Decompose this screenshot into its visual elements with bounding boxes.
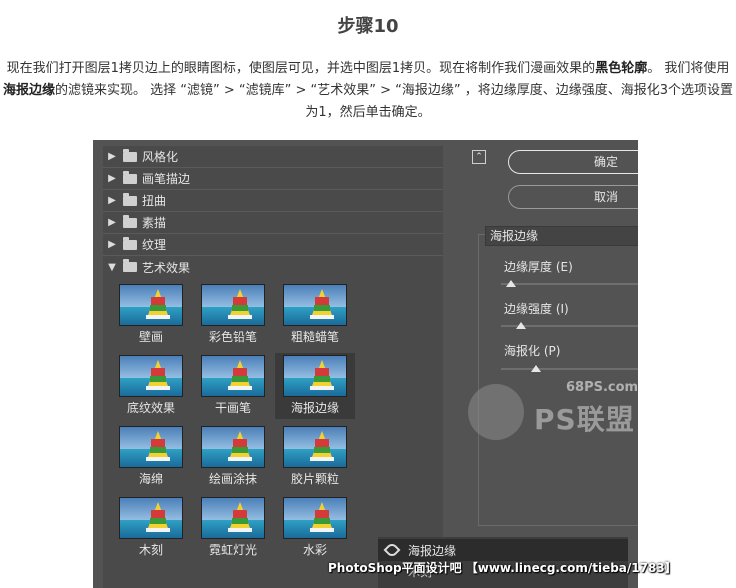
edge-thickness-label: 边缘厚度 (E) — [504, 260, 573, 274]
filter-thumbnail-label: 海报边缘 — [290, 401, 339, 415]
filter-preview-image — [283, 284, 347, 326]
posterization-slider-handle[interactable] — [530, 365, 541, 372]
category-label: 扭曲 — [142, 194, 167, 208]
filter-thumbnail[interactable]: 彩色铅笔 — [193, 282, 273, 348]
expand-arrow-icon[interactable]: ▶ — [103, 151, 121, 162]
filter-thumbnail[interactable]: 绘画涂抹 — [193, 424, 273, 490]
filter-thumbnail[interactable]: 海报边缘 — [275, 353, 355, 419]
filter-thumbnail[interactable]: 底纹效果 — [111, 353, 191, 419]
category-brush-strokes[interactable]: ▶ 画笔描边 — [103, 168, 443, 190]
collapse-panel-icon[interactable]: ⌃ — [472, 150, 486, 164]
filter-thumbnail-label: 海绵 — [138, 472, 163, 486]
filter-thumbnail-label: 彩色铅笔 — [208, 330, 257, 344]
category-texture[interactable]: ▶ 纹理 — [103, 234, 443, 256]
filter-preview-image — [283, 426, 347, 468]
filter-thumbnail-label: 木刻 — [138, 543, 163, 557]
effect-layer-row[interactable]: 海报边缘 — [378, 539, 628, 561]
ok-button[interactable]: 确定 — [508, 150, 638, 174]
watermark-brand: PS联盟 — [534, 403, 635, 436]
posterization-label: 海报化 (P) — [504, 344, 561, 358]
category-label: 风格化 — [142, 150, 179, 164]
expand-arrow-icon[interactable]: ▶ — [103, 217, 121, 228]
intro-bold-outline: 黑色轮廓 — [595, 61, 648, 76]
edge-thickness-slider-track[interactable] — [501, 283, 638, 285]
filter-settings-pane: ⌃ 确定 取消 海报边缘 ⌄ 边缘厚度 (E) 1 边缘强度 (I) 1 海报化… — [448, 140, 638, 588]
filter-thumbnail-label: 干画笔 — [214, 401, 251, 415]
eye-icon[interactable] — [383, 541, 401, 559]
edge-intensity-slider-handle[interactable] — [516, 322, 527, 329]
filter-thumbnail-label: 霓虹灯光 — [208, 543, 257, 557]
collapse-arrow-icon[interactable]: ▼ — [103, 262, 121, 273]
filter-thumbnail-label: 水彩 — [302, 543, 327, 557]
category-distort[interactable]: ▶ 扭曲 — [103, 190, 443, 212]
filter-preview-image — [201, 355, 265, 397]
intro-bold-filter: 海报边缘 — [2, 83, 55, 98]
category-label: 纹理 — [142, 238, 167, 252]
step-title: 步骤10 — [337, 16, 399, 37]
intro-part-3: 的滤镜来实现。 选择 “滤镜” > “滤镜库” > “艺术效果” > “海报边缘… — [54, 83, 734, 120]
effect-layer-name: 海报边缘 — [408, 544, 457, 558]
filter-select-value: 海报边缘 — [490, 229, 539, 243]
folder-icon — [123, 170, 137, 184]
filter-thumbnail-label: 壁画 — [138, 330, 163, 344]
watermark-logo-icon — [468, 384, 524, 440]
filter-preview-image — [283, 497, 347, 539]
filter-thumbnail-label: 胶片颗粒 — [290, 472, 339, 486]
filter-preview-image — [119, 355, 183, 397]
filter-thumbnail[interactable]: 海绵 — [111, 424, 191, 490]
intro-part-1: 现在我们打开图层1拷贝边上的眼睛图标，使图层可见，并选中图层1拷贝。现在将制作我… — [6, 61, 596, 76]
filter-preview-image — [201, 426, 265, 468]
filter-list-pane: ▶ 风格化 ▶ 画笔描边 ▶ 扭曲 ▶ 素描 ▶ 纹理 ▼ 艺术效果 壁画 彩色… — [103, 146, 443, 588]
filter-preview-image — [119, 426, 183, 468]
credit-watermark: PhotoShop平面设计吧 【www.linecg.com/tieba/178… — [328, 561, 677, 575]
filter-thumbnail[interactable]: 胶片颗粒 — [275, 424, 355, 490]
filter-thumbnail[interactable]: 木刻 — [111, 495, 191, 561]
filter-thumbnail[interactable]: 霓虹灯光 — [193, 495, 273, 561]
filter-gallery-dialog: ▶ 风格化 ▶ 画笔描边 ▶ 扭曲 ▶ 素描 ▶ 纹理 ▼ 艺术效果 壁画 彩色… — [93, 140, 638, 588]
expand-arrow-icon[interactable]: ▶ — [103, 173, 121, 184]
category-label: 画笔描边 — [142, 172, 191, 186]
cancel-button[interactable]: 取消 — [508, 185, 638, 209]
filter-thumbnail-label: 绘画涂抹 — [208, 472, 257, 486]
folder-icon — [123, 236, 137, 250]
filter-preview-image — [201, 284, 265, 326]
watermark-site: 68PS.com — [566, 380, 638, 395]
category-label: 艺术效果 — [142, 260, 191, 275]
filter-select-dropdown[interactable]: 海报边缘 ⌄ — [485, 226, 638, 246]
category-stylize[interactable]: ▶ 风格化 — [103, 146, 443, 168]
category-label: 素描 — [142, 216, 167, 230]
folder-icon — [123, 192, 137, 206]
filter-thumbnail[interactable]: 粗糙蜡笔 — [275, 282, 355, 348]
category-artistic[interactable]: ▼ 艺术效果 — [103, 256, 443, 278]
expand-arrow-icon[interactable]: ▶ — [103, 195, 121, 206]
intro-part-2: 。 我们将使用 — [647, 61, 730, 76]
filter-thumbnail-label: 粗糙蜡笔 — [290, 330, 339, 344]
edge-intensity-label: 边缘强度 (I) — [504, 302, 569, 316]
filter-thumbnail-label: 底纹效果 — [126, 401, 175, 415]
filter-preview-image — [201, 497, 265, 539]
category-sketch[interactable]: ▶ 素描 — [103, 212, 443, 234]
expand-arrow-icon[interactable]: ▶ — [103, 239, 121, 250]
folder-icon — [123, 214, 137, 228]
filter-preview-image — [119, 284, 183, 326]
filter-thumbnail[interactable]: 壁画 — [111, 282, 191, 348]
intro-text: 现在我们打开图层1拷贝边上的眼睛图标，使图层可见，并选中图层1拷贝。现在将制作我… — [0, 58, 736, 124]
filter-thumbnail[interactable]: 水彩 — [275, 495, 355, 561]
filter-preview-image — [119, 497, 183, 539]
site-watermark: 68PS.com PS联盟 — [468, 376, 638, 446]
posterization-slider-track[interactable] — [501, 368, 638, 370]
filter-preview-image — [283, 355, 347, 397]
filter-thumbnail[interactable]: 干画笔 — [193, 353, 273, 419]
edge-thickness-slider-handle[interactable] — [506, 280, 517, 287]
folder-open-icon — [123, 259, 137, 272]
folder-icon — [123, 148, 137, 162]
